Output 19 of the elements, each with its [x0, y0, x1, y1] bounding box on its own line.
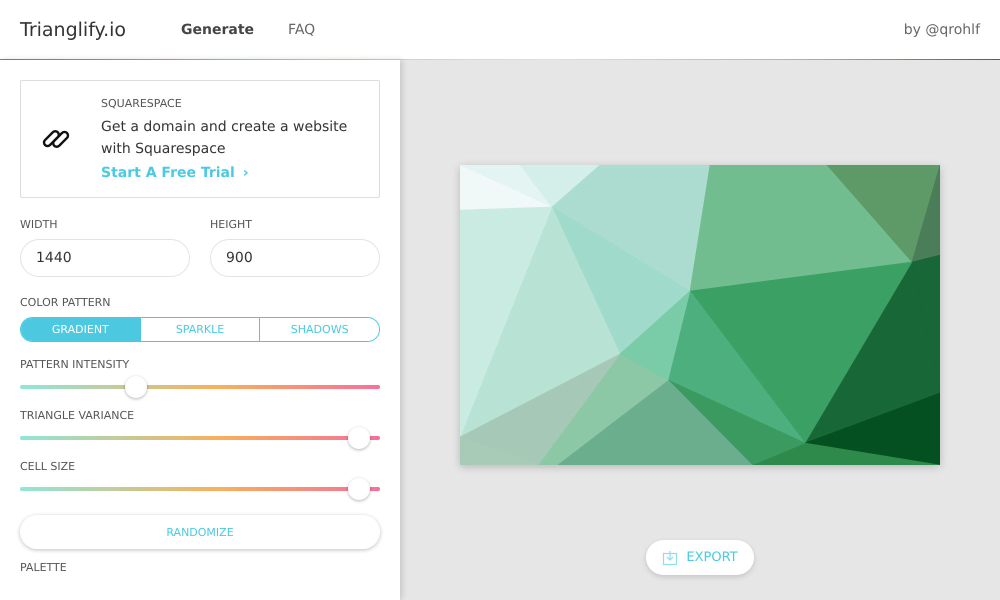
author-link[interactable]: by @qrohlf: [904, 22, 980, 38]
field-label: HEIGHT: [210, 218, 253, 231]
slider-thumb[interactable]: [348, 478, 370, 500]
nav-link[interactable]: Generate: [181, 22, 254, 38]
slider-label: PATTERN INTENSITY: [20, 358, 130, 371]
section-label: PALETTE: [20, 561, 68, 574]
ad-text: Get a domain and create a website with Squarespace: [101, 118, 348, 159]
slider-thumb[interactable]: [348, 427, 370, 449]
section-label: COLOR PATTERN: [20, 296, 112, 309]
dimension-input[interactable]: 1440: [20, 239, 190, 277]
nav-link[interactable]: FAQ: [288, 22, 316, 38]
slider-thumb[interactable]: [124, 376, 147, 398]
slider-label: CELL SIZE: [20, 460, 76, 473]
dimension-input[interactable]: 900: [210, 239, 380, 277]
download-icon: [662, 550, 678, 566]
field-label: WIDTH: [20, 218, 59, 231]
slider-label: TRIANGLE VARIANCE: [20, 409, 136, 422]
ad-brand: SQUARESPACE: [101, 97, 183, 110]
site-logo[interactable]: Trianglify.io: [20, 18, 126, 40]
